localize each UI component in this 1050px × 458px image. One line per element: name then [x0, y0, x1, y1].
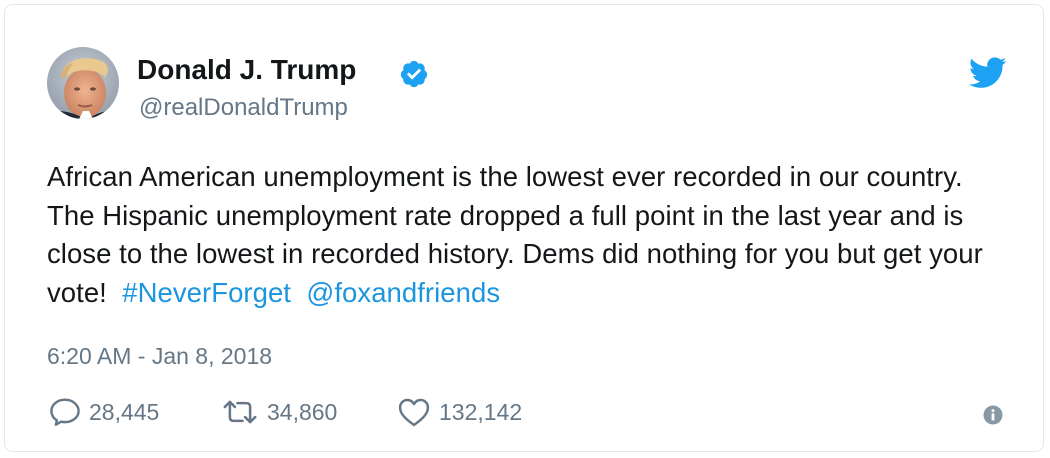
reply-icon: [50, 398, 80, 426]
retweet-count: 34,860: [267, 399, 338, 425]
tweet-text: African American unemployment is the low…: [47, 158, 1017, 312]
reply-count: 28,445: [89, 399, 160, 425]
reply-button[interactable]: 28,445: [49, 395, 159, 429]
like-button[interactable]: 132,142: [397, 395, 522, 429]
author-handle[interactable]: @realDonaldTrump: [139, 93, 348, 123]
avatar-image: [47, 47, 119, 119]
info-icon[interactable]: [983, 405, 1003, 425]
author-avatar[interactable]: [47, 47, 119, 119]
heart-icon: [398, 398, 430, 427]
mention-link[interactable]: @foxandfriends: [306, 277, 500, 308]
twitter-bird-icon[interactable]: [969, 57, 1007, 89]
verified-badge-icon: [400, 60, 428, 88]
tweet-card: Donald J. Trump @realDonaldTrump African…: [4, 4, 1044, 452]
author-display-name[interactable]: Donald J. Trump: [137, 53, 356, 87]
retweet-icon: [223, 400, 257, 424]
tweet-timestamp[interactable]: 6:20 AM - Jan 8, 2018: [47, 341, 272, 371]
retweet-button[interactable]: 34,860: [221, 395, 337, 429]
like-count: 132,142: [439, 399, 523, 425]
hashtag-link[interactable]: #NeverForget: [122, 277, 291, 308]
